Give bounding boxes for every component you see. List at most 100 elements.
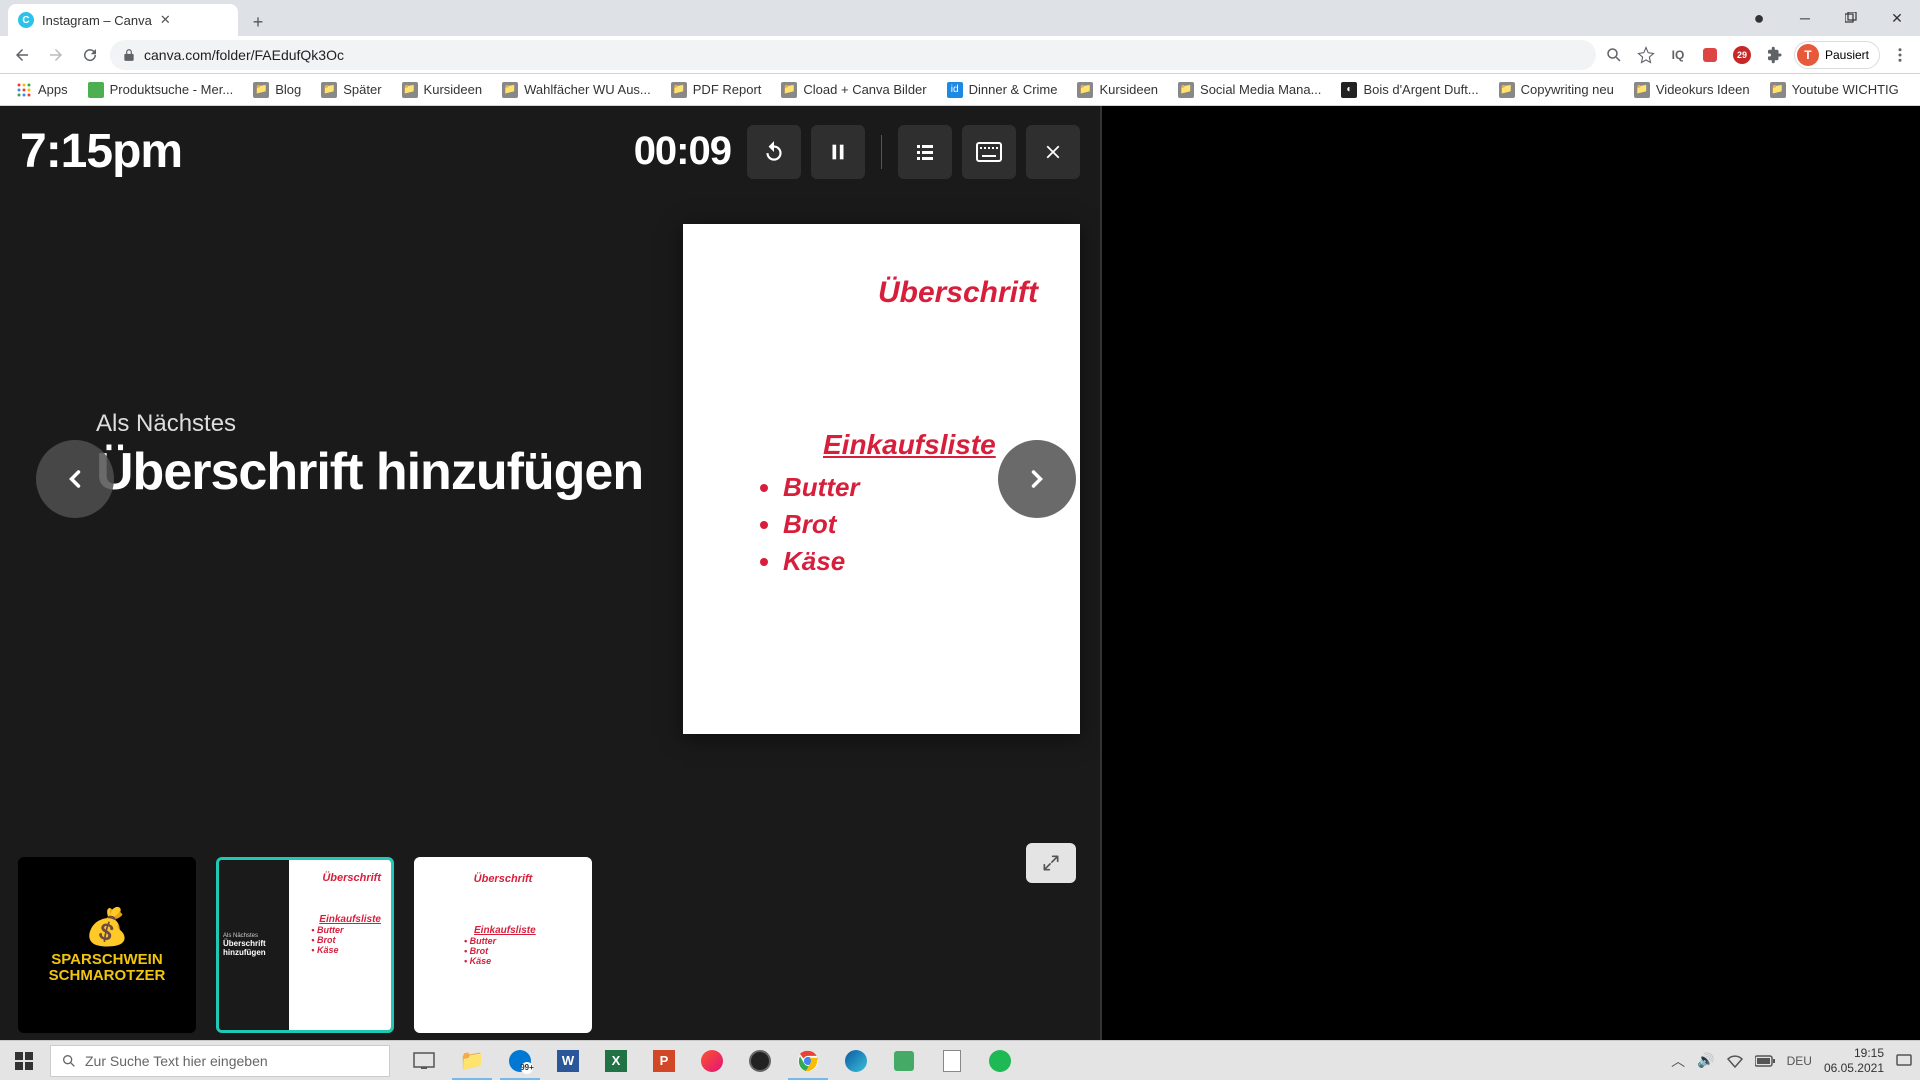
canva-favicon: C — [18, 12, 34, 28]
menu-icon[interactable] — [1888, 43, 1912, 67]
window-dot-icon[interactable]: ● — [1736, 0, 1782, 36]
bookmark-item[interactable]: 📁Wahlfächer WU Aus... — [494, 78, 659, 102]
expand-preview-button[interactable] — [1026, 843, 1076, 883]
new-tab-button[interactable]: + — [244, 8, 272, 36]
bookmark-item[interactable]: 📁Später — [313, 78, 389, 102]
spotify-app[interactable] — [976, 1041, 1024, 1080]
folder-icon: 📁 — [402, 82, 418, 98]
bookmark-label: Kursideen — [1099, 82, 1158, 97]
bookmark-item[interactable]: 📁PDF Report — [663, 78, 770, 102]
tray-chevron-icon[interactable]: ︿ — [1671, 1051, 1685, 1071]
thumb-text: SPARSCHWEIN — [51, 951, 162, 968]
bookmark-apps[interactable]: Apps — [8, 78, 76, 102]
timer: 00:09 — [634, 129, 731, 174]
pause-button[interactable] — [811, 125, 865, 179]
language-indicator[interactable]: DEU — [1787, 1054, 1812, 1068]
bookmarks-bar: Apps Produktsuche - Mer... 📁Blog 📁Später… — [0, 74, 1920, 106]
close-presenter-button[interactable] — [1026, 125, 1080, 179]
file-explorer-app[interactable]: 📁 — [448, 1041, 496, 1080]
mini-item: • Brot — [311, 935, 381, 945]
keyboard-button[interactable] — [962, 125, 1016, 179]
chrome-app[interactable] — [784, 1041, 832, 1080]
side-panel — [1100, 106, 1920, 1051]
clock-tray[interactable]: 19:15 06.05.2021 — [1824, 1046, 1884, 1075]
bookmark-label: Social Media Mana... — [1200, 82, 1321, 97]
mini-item: • Butter — [464, 936, 572, 946]
bookmark-item[interactable]: idDinner & Crime — [939, 78, 1066, 102]
separator — [881, 135, 882, 169]
window-close-button[interactable]: ✕ — [1874, 0, 1920, 36]
list-item: Brot — [783, 509, 860, 540]
bookmark-label: Dinner & Crime — [969, 82, 1058, 97]
toolbar-right: IQ 29 T Pausiert — [1602, 41, 1912, 69]
notification-icon[interactable] — [1896, 1053, 1912, 1069]
bookmark-item[interactable]: 📁Kursideen — [1069, 78, 1166, 102]
search-placeholder: Zur Suche Text hier eingeben — [85, 1053, 268, 1069]
extensions-icon[interactable] — [1762, 43, 1786, 67]
ext2-icon[interactable]: 29 — [1730, 43, 1754, 67]
thumbnail-3[interactable]: Überschrift Einkaufsliste • Butter • Bro… — [414, 857, 592, 1033]
app-generic-1[interactable] — [880, 1041, 928, 1080]
toolbar-controls: 00:09 — [634, 125, 1080, 179]
zoom-icon[interactable] — [1602, 43, 1626, 67]
bookmark-label: Blog — [275, 82, 301, 97]
forward-button[interactable] — [42, 41, 70, 69]
slide-list-title: Einkaufsliste — [823, 429, 996, 461]
reload-button[interactable] — [76, 41, 104, 69]
brave-app[interactable] — [688, 1041, 736, 1080]
task-view-button[interactable] — [400, 1041, 448, 1080]
window-controls: ● ─ ✕ — [1736, 0, 1920, 36]
folder-icon: 📁 — [781, 82, 797, 98]
edge-app[interactable] — [832, 1041, 880, 1080]
notes-list-button[interactable] — [898, 125, 952, 179]
excel-app[interactable]: X — [592, 1041, 640, 1080]
maximize-button[interactable] — [1828, 0, 1874, 36]
profile-button[interactable]: T Pausiert — [1794, 41, 1880, 69]
reset-timer-button[interactable] — [747, 125, 801, 179]
search-icon — [61, 1053, 77, 1069]
folder-icon: 📁 — [321, 82, 337, 98]
bookmarks-overflow[interactable]: » — [1915, 77, 1920, 103]
tab-close-icon[interactable]: ✕ — [160, 12, 171, 28]
back-button[interactable] — [8, 41, 36, 69]
bookmark-item[interactable]: 📁Cload + Canva Bilder — [773, 78, 934, 102]
bookmark-item[interactable]: 📁Blog — [245, 78, 309, 102]
battery-icon[interactable] — [1755, 1055, 1775, 1067]
url-text: canva.com/folder/FAEdufQk3Oc — [144, 47, 344, 63]
taskbar-search[interactable]: Zur Suche Text hier eingeben — [50, 1045, 390, 1077]
star-icon[interactable] — [1634, 43, 1658, 67]
obs-app[interactable] — [736, 1041, 784, 1080]
browser-tab[interactable]: C Instagram – Canva ✕ — [8, 4, 238, 36]
bookmark-item[interactable]: 📁Social Media Mana... — [1170, 78, 1329, 102]
prev-slide-button[interactable] — [36, 440, 114, 518]
thumbnail-2[interactable]: Als Nächstes Überschrift hinzufügen Über… — [216, 857, 394, 1033]
up-next-label: Als Nächstes — [96, 410, 643, 438]
edge-legacy-app[interactable]: 99+ — [496, 1041, 544, 1080]
bookmark-item[interactable]: Produktsuche - Mer... — [80, 78, 242, 102]
iq-icon[interactable]: IQ — [1666, 43, 1690, 67]
bookmark-label: Videokurs Ideen — [1656, 82, 1750, 97]
thumbnail-1[interactable]: 💰 SPARSCHWEINSCHMAROTZER — [18, 857, 196, 1033]
money-bag-icon: 💰 — [85, 906, 130, 948]
bookmark-item[interactable]: 📁Youtube WICHTIG — [1762, 78, 1907, 102]
slide-heading: Überschrift — [878, 276, 1038, 310]
start-button[interactable] — [0, 1041, 48, 1080]
volume-icon[interactable]: 🔊 — [1697, 1052, 1714, 1069]
mini-item: • Käse — [464, 956, 572, 966]
address-bar[interactable]: canva.com/folder/FAEdufQk3Oc — [110, 40, 1596, 70]
bookmark-item[interactable]: ◐Bois d'Argent Duft... — [1333, 78, 1486, 102]
wifi-icon[interactable] — [1727, 1054, 1743, 1068]
bookmark-icon — [88, 82, 104, 98]
bookmark-item[interactable]: 📁Videokurs Ideen — [1626, 78, 1758, 102]
profile-avatar: T — [1797, 44, 1819, 66]
window-titlebar: C Instagram – Canva ✕ + ● ─ ✕ — [0, 0, 1920, 36]
bookmark-item[interactable]: 📁Copywriting neu — [1491, 78, 1622, 102]
mini-heading: Überschrift — [299, 872, 381, 884]
ext1-icon[interactable] — [1698, 43, 1722, 67]
powerpoint-app[interactable]: P — [640, 1041, 688, 1080]
minimize-button[interactable]: ─ — [1782, 0, 1828, 36]
notepad-app[interactable] — [928, 1041, 976, 1080]
word-app[interactable]: W — [544, 1041, 592, 1080]
bookmark-item[interactable]: 📁Kursideen — [394, 78, 491, 102]
next-slide-button[interactable] — [998, 440, 1076, 518]
